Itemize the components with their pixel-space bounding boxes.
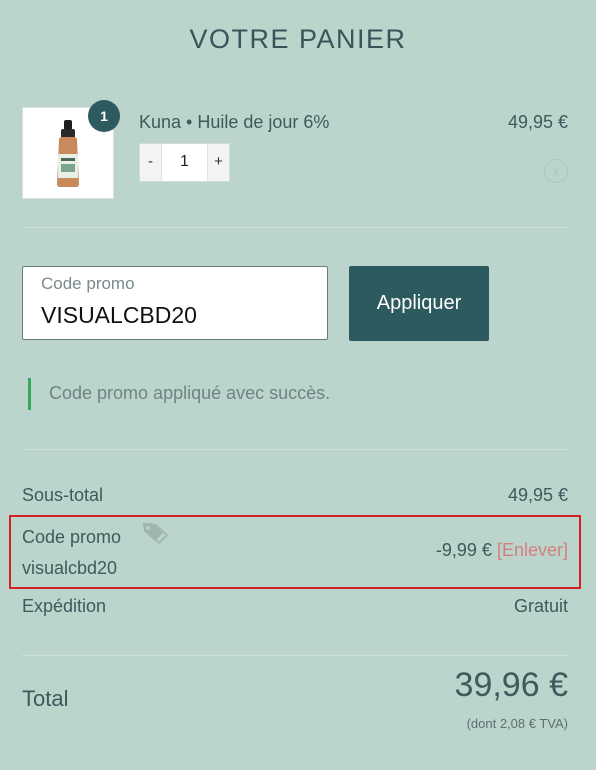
tax-note: (dont 2,08 € TVA) xyxy=(466,716,568,731)
shipping-label: Expédition xyxy=(22,596,107,616)
promo-discount-value: -9,99 € xyxy=(435,540,492,560)
item-price: 49,95 € xyxy=(507,112,568,132)
total-label: Total xyxy=(22,686,69,711)
quantity-input[interactable]: 1 xyxy=(161,144,208,181)
oil-bottle-image xyxy=(57,120,79,187)
shipping-value: Gratuit xyxy=(513,596,568,616)
success-notice: Code promo appliqué avec succès. xyxy=(28,378,330,410)
divider xyxy=(22,449,568,450)
remove-promo-link[interactable]: [Enlever] xyxy=(497,540,568,560)
promo-discount: -9,99 € [Enlever] xyxy=(436,540,568,561)
remove-item-button[interactable]: x xyxy=(544,159,568,183)
subtotal-value: 49,95 € xyxy=(507,485,568,505)
cart-title: VOTRE PANIER xyxy=(189,24,407,54)
promo-code-label: Code promo xyxy=(41,274,135,293)
divider xyxy=(22,227,568,228)
apply-promo-button[interactable]: Appliquer xyxy=(349,266,489,341)
decrement-button[interactable]: - xyxy=(140,144,161,181)
quantity-stepper: - 1 + xyxy=(139,143,230,182)
success-message: Code promo appliqué avec succès. xyxy=(49,383,331,403)
promo-summary-label: Code promo xyxy=(22,527,122,547)
total-value: 39,96 € xyxy=(454,666,568,704)
product-name[interactable]: Kuna • Huile de jour 6% xyxy=(139,112,329,133)
divider xyxy=(22,655,568,656)
promo-code-field[interactable]: Code promo xyxy=(22,266,328,340)
increment-button[interactable]: + xyxy=(208,144,229,181)
applied-promo-code: visualcbd20 xyxy=(22,558,118,578)
close-icon: x xyxy=(552,163,560,178)
promo-code-input[interactable] xyxy=(41,302,311,329)
tag-icon xyxy=(143,523,169,545)
quantity-badge: 1 xyxy=(88,100,120,132)
subtotal-label: Sous-total xyxy=(22,485,104,505)
